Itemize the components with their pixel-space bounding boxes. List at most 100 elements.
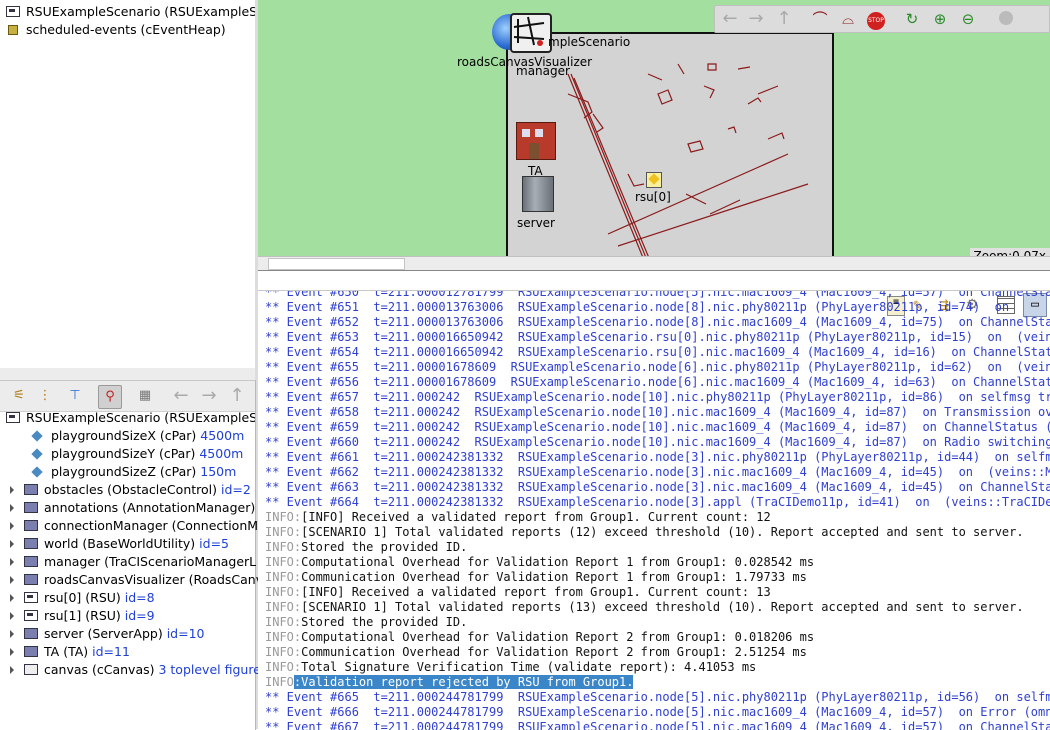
expand-icon[interactable]: [10, 648, 14, 656]
log-info-line[interactable]: INFO:[INFO] Received a validated report …: [265, 510, 771, 525]
expand-icon[interactable]: [10, 558, 14, 566]
log-event-line[interactable]: ** Event #650 t=211.000012781799 RSUExam…: [265, 291, 1050, 300]
log-event-line[interactable]: ** Event #661 t=211.000242381332 RSUExam…: [265, 450, 1050, 465]
layout-icon[interactable]: ⌒: [809, 8, 831, 30]
object-tree-panel: RSUExampleScenario (RSUExampleSc schedul…: [0, 0, 256, 368]
expand-icon[interactable]: [10, 666, 14, 674]
expand-icon[interactable]: [10, 594, 14, 602]
tree-item-manager[interactable]: manager (TraCIScenarioManagerL: [10, 553, 259, 571]
tree-item-world[interactable]: world (BaseWorldUtility) id=5: [10, 535, 259, 553]
relayout-icon[interactable]: ⌓: [837, 8, 859, 30]
tree-view-icon[interactable]: ⚟: [8, 385, 30, 407]
tree-selected-icon[interactable]: ⚲: [98, 385, 122, 409]
stop-icon[interactable]: STOP: [865, 8, 887, 30]
tree-item-scenario[interactable]: RSUExampleScenario (RSUExampleSc: [6, 3, 255, 21]
zoom-in-icon[interactable]: ⊕: [929, 8, 951, 30]
log-info-line[interactable]: INFO:Total Signature Verification Time (…: [265, 660, 756, 675]
log-info-line[interactable]: INFO:[SCENARIO 1] Total validated report…: [265, 600, 1024, 615]
tree-flat-icon[interactable]: ⋮: [34, 385, 56, 407]
log-event-text: ** Event #660 t=211.000242 RSUExampleSce…: [265, 435, 1050, 449]
log-info-line[interactable]: INFO:[SCENARIO 1] Total validated report…: [265, 525, 1024, 540]
module-icon: [24, 538, 38, 549]
log-event-line[interactable]: ** Event #653 t=211.000016650942 RSUExam…: [265, 330, 1050, 345]
log-info-line[interactable]: INFO:Communication Overhead for Validati…: [265, 570, 807, 585]
canvas-horizontal-scrollbar[interactable]: [258, 256, 1050, 270]
tree-item-label: RSUExampleScenario (RSUExampleSc: [26, 410, 255, 425]
log-event-text: ** Event #666 t=211.000244781799 RSUExam…: [265, 705, 1050, 719]
tree-module-icon[interactable]: ▦: [134, 385, 156, 407]
tree-item-scenario-root[interactable]: RSUExampleScenario (RSUExampleSc: [6, 409, 255, 427]
log-info-line[interactable]: INFO:Validation report rejected by RSU f…: [265, 675, 634, 690]
event-log[interactable]: ≡ ✎ ⇶ ⚙ ▭ ** Event #650 t=211.0000127817…: [258, 290, 1050, 730]
rsu0-icon[interactable]: [646, 172, 662, 188]
log-event-line[interactable]: ** Event #660 t=211.000242 RSUExampleSce…: [265, 435, 1050, 450]
log-event-line[interactable]: ** Event #665 t=211.000244781799 RSUExam…: [265, 690, 1050, 705]
log-event-line[interactable]: ** Event #658 t=211.000242 RSUExampleSce…: [265, 405, 1050, 420]
tree-item-playgroundSizeZ[interactable]: playgroundSizeZ (cPar) 150m: [30, 463, 279, 481]
panel-divider[interactable]: [0, 368, 258, 380]
log-event-line[interactable]: ** Event #651 t=211.000013763006 RSUExam…: [265, 300, 1009, 315]
expand-icon[interactable]: [10, 486, 14, 494]
log-info-text: Total Signature Verification Time (valid…: [301, 660, 757, 674]
tree-item-connectionManager[interactable]: connectionManager (ConnectionM: [10, 517, 259, 535]
tree-item-canvas[interactable]: canvas (cCanvas) 3 toplevel figure: [10, 661, 259, 679]
log-event-line[interactable]: ** Event #662 t=211.000242381332 RSUExam…: [265, 465, 1050, 480]
server-icon[interactable]: [522, 176, 554, 212]
log-selected-text: :Validation report rejected by RSU from …: [293, 675, 634, 689]
module-icon: [24, 556, 38, 567]
tree-item-rsu1[interactable]: rsu[1] (RSU) id=9: [10, 607, 259, 625]
log-event-line[interactable]: ** Event #656 t=211.00001678609 RSUExamp…: [265, 375, 1050, 390]
log-event-line[interactable]: ** Event #666 t=211.000244781799 RSUExam…: [265, 705, 1050, 720]
tree-item-value: 3 toplevel figure: [158, 662, 259, 677]
tree-item-id: id=8: [124, 590, 155, 605]
tree-item-playgroundSizeY[interactable]: playgroundSizeY (cPar) 4500m: [30, 445, 279, 463]
tree-item-obstacles[interactable]: obstacles (ObstacleControl) id=2: [10, 481, 259, 499]
tree-item-scheduled-events[interactable]: scheduled-events (cEventHeap): [6, 21, 255, 39]
roads-visualizer-icon[interactable]: [510, 13, 552, 53]
forward-icon[interactable]: →: [198, 385, 220, 407]
log-event-line[interactable]: ** Event #655 t=211.00001678609 RSUExamp…: [265, 360, 1050, 375]
ta-icon[interactable]: [516, 122, 556, 162]
log-event-line[interactable]: ** Event #657 t=211.000242 RSUExampleSce…: [265, 390, 1050, 405]
tree-item-ta[interactable]: TA (TA) id=11: [10, 643, 259, 661]
up-icon[interactable]: ↑: [226, 385, 248, 407]
back-icon[interactable]: ←: [719, 8, 741, 30]
expand-icon[interactable]: [10, 630, 14, 638]
log-info-line[interactable]: INFO:Communication Overhead for Validati…: [265, 645, 807, 660]
refresh-icon[interactable]: ↻: [901, 8, 923, 30]
log-event-line[interactable]: ** Event #659 t=211.000242 RSUExampleSce…: [265, 420, 1050, 435]
log-info-line[interactable]: INFO:Computational Overhead for Validati…: [265, 555, 814, 570]
circle-icon[interactable]: [995, 8, 1017, 30]
tree-item-roadsCanvasVisualizer[interactable]: roadsCanvasVisualizer (RoadsCanv: [10, 571, 259, 589]
tree-item-rsu0[interactable]: rsu[0] (RSU) id=8: [10, 589, 259, 607]
expand-icon[interactable]: [10, 612, 14, 620]
log-info-text: Computational Overhead for Validation Re…: [301, 555, 815, 569]
log-info-line[interactable]: INFO:Stored the provided ID.: [265, 615, 467, 630]
tree-inherit-icon[interactable]: ⊤: [64, 385, 86, 407]
scrollbar-thumb[interactable]: [268, 258, 405, 270]
log-info-line[interactable]: INFO:Stored the provided ID.: [265, 540, 467, 555]
tree-item-annotations[interactable]: annotations (AnnotationManager): [10, 499, 259, 517]
log-info-line[interactable]: INFO:[INFO] Received a validated report …: [265, 585, 771, 600]
zoom-out-icon[interactable]: ⊖: [957, 8, 979, 30]
network-canvas[interactable]: TA server rsu[0] mpleScenario roadsCanva…: [258, 0, 1050, 271]
tree-item-server[interactable]: server (ServerApp) id=10: [10, 625, 259, 643]
tree-item-playgroundSizeX[interactable]: playgroundSizeX (cPar) 4500m: [30, 427, 279, 445]
forward-icon[interactable]: →: [745, 8, 767, 30]
expand-icon[interactable]: [10, 522, 14, 530]
log-event-line[interactable]: ** Event #652 t=211.000013763006 RSUExam…: [265, 315, 1050, 330]
log-event-line[interactable]: ** Event #664 t=211.000242381332 RSUExam…: [265, 495, 1050, 510]
log-event-text: ** Event #662 t=211.000242381332 RSUExam…: [265, 465, 1050, 479]
expand-icon[interactable]: [10, 576, 14, 584]
expand-icon[interactable]: [10, 504, 14, 512]
log-info-text: Communication Overhead for Validation Re…: [301, 570, 807, 584]
log-info-text: Stored the provided ID.: [301, 615, 468, 629]
expand-icon[interactable]: [10, 540, 14, 548]
tree-item-label: TA (TA): [44, 644, 93, 659]
back-icon[interactable]: ←: [170, 385, 192, 407]
log-info-line[interactable]: INFO:Computational Overhead for Validati…: [265, 630, 814, 645]
log-event-line[interactable]: ** Event #663 t=211.000242381332 RSUExam…: [265, 480, 1050, 495]
parent-icon[interactable]: ↑: [773, 8, 795, 30]
log-prefix: INFO:: [265, 645, 302, 659]
log-event-line[interactable]: ** Event #654 t=211.000016650942 RSUExam…: [265, 345, 1050, 360]
